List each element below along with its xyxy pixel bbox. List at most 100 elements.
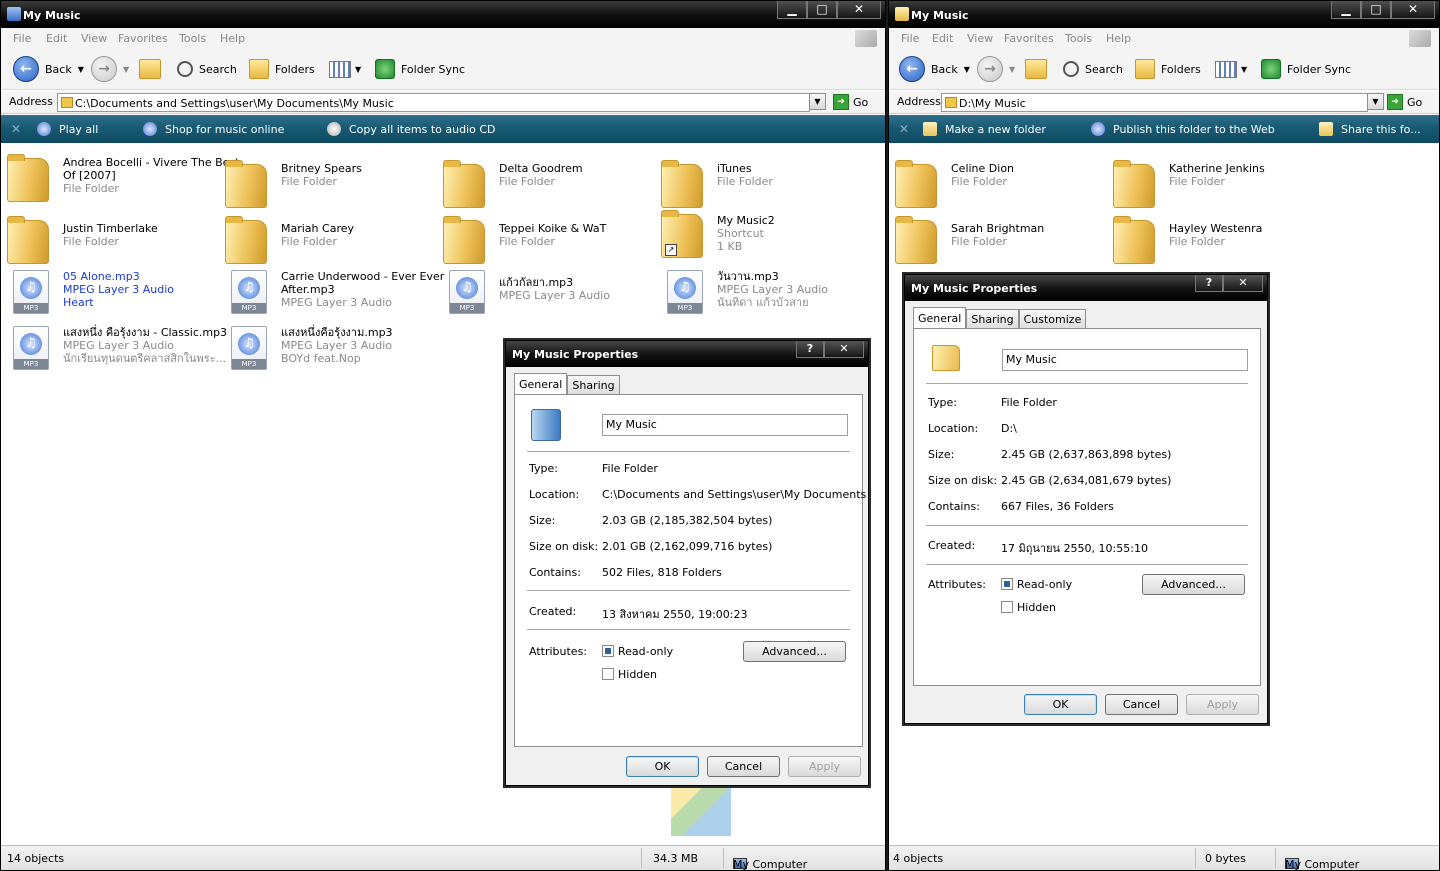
- task-publish-web[interactable]: Publish this folder to the Web: [1091, 115, 1275, 143]
- close-taskbar-icon[interactable]: ✕: [11, 122, 21, 136]
- folder-item[interactable]: Delta Goodrem File Folder: [443, 160, 655, 210]
- task-share-folder[interactable]: Share this fo...: [1319, 115, 1421, 143]
- cancel-button[interactable]: Cancel: [1105, 694, 1178, 715]
- menu-favorites[interactable]: Favorites: [118, 32, 168, 45]
- maximize-button[interactable]: □: [807, 1, 837, 19]
- tab-general[interactable]: General: [913, 307, 967, 329]
- advanced-button[interactable]: Advanced...: [1142, 574, 1245, 595]
- forward-button[interactable]: → ▼: [977, 48, 1015, 90]
- folder-icon: [225, 160, 267, 208]
- mp3-item[interactable]: ♫ MP3 05 Alone.mp3 MPEG Layer 3 Audio Heart: [7, 268, 219, 316]
- folder-sync-button[interactable]: Folder Sync: [375, 48, 465, 90]
- task-copy-to-cd[interactable]: Copy all items to audio CD: [327, 115, 496, 143]
- tab-customize[interactable]: Customize: [1018, 309, 1087, 329]
- back-label: Back: [931, 62, 958, 76]
- go-button[interactable]: ➜ Go: [833, 94, 868, 110]
- dialog-close-button[interactable]: ✕: [1223, 275, 1263, 292]
- search-icon: [1063, 61, 1079, 77]
- forward-arrow-icon: →: [977, 56, 1003, 82]
- cancel-button[interactable]: Cancel: [707, 756, 780, 777]
- folders-button[interactable]: Folders: [249, 48, 315, 90]
- apply-button[interactable]: Apply: [788, 756, 861, 777]
- folder-name-input[interactable]: My Music: [602, 414, 848, 436]
- mp3-item[interactable]: ♫ MP3 แสงหนึ่งคือรุ้งงาม.mp3 MPEG Layer 3 …: [225, 324, 437, 372]
- menu-view[interactable]: View: [81, 32, 107, 45]
- tab-sharing[interactable]: Sharing: [567, 375, 620, 395]
- close-taskbar-icon[interactable]: ✕: [899, 122, 909, 136]
- apply-button[interactable]: Apply: [1186, 694, 1259, 715]
- views-button[interactable]: ▼: [1215, 48, 1247, 90]
- hidden-checkbox[interactable]: Hidden: [1001, 601, 1056, 614]
- advanced-button[interactable]: Advanced...: [743, 641, 846, 662]
- menu-view[interactable]: View: [967, 32, 993, 45]
- back-button[interactable]: ← Back ▼: [13, 48, 84, 90]
- folder-item[interactable]: Teppei Koike & WaT File Folder: [443, 216, 655, 266]
- tab-sharing[interactable]: Sharing: [966, 309, 1019, 329]
- folder-item[interactable]: Celine Dion File Folder: [895, 160, 1107, 210]
- go-button[interactable]: ➜ Go: [1387, 94, 1422, 110]
- dialog-title-bar[interactable]: My Music Properties ? ✕: [905, 275, 1267, 301]
- folder-item[interactable]: Justin Timberlake File Folder: [7, 216, 219, 266]
- help-button[interactable]: ?: [1195, 275, 1223, 292]
- back-button[interactable]: ← Back ▼: [899, 48, 970, 90]
- maximize-button[interactable]: □: [1361, 1, 1391, 19]
- address-input[interactable]: C:\Documents and Settings\user\My Docume…: [57, 93, 810, 112]
- minimize-button[interactable]: ▁: [1331, 1, 1361, 19]
- folder-icon: [7, 216, 49, 264]
- title-bar[interactable]: My Music ▁ □ ✕: [889, 1, 1439, 28]
- search-button[interactable]: Search: [1063, 48, 1123, 90]
- mp3-item[interactable]: ♫ MP3 Carrie Underwood - Ever Ever After.m…: [225, 268, 444, 316]
- up-button[interactable]: [139, 48, 161, 90]
- menu-file[interactable]: File: [901, 32, 919, 45]
- menu-favorites[interactable]: Favorites: [1004, 32, 1054, 45]
- hidden-checkbox[interactable]: Hidden: [602, 668, 657, 681]
- task-play-all[interactable]: Play all: [37, 115, 98, 143]
- title-bar[interactable]: My Music ▁ □ ✕: [1, 1, 885, 28]
- task-shop-music[interactable]: Shop for music online: [143, 115, 284, 143]
- minimize-button[interactable]: ▁: [777, 1, 807, 19]
- up-button[interactable]: [1025, 48, 1047, 90]
- search-button[interactable]: Search: [177, 48, 237, 90]
- close-button[interactable]: ✕: [837, 1, 881, 19]
- mp3-item[interactable]: ♫ MP3 แสงหนึ่ง คือรุ้งงาม - Classic.mp3 MP…: [7, 324, 227, 372]
- menu-edit[interactable]: Edit: [932, 32, 953, 45]
- folder-item[interactable]: Sarah Brightman File Folder: [895, 216, 1107, 266]
- readonly-checkbox[interactable]: Read-only: [1001, 578, 1072, 591]
- folder-sync-button[interactable]: Folder Sync: [1261, 48, 1351, 90]
- menu-file[interactable]: File: [13, 32, 31, 45]
- views-button[interactable]: ▼: [329, 48, 361, 90]
- menu-help[interactable]: Help: [220, 32, 245, 45]
- ok-button[interactable]: OK: [1024, 694, 1097, 715]
- folder-item[interactable]: Hayley Westenra File Folder: [1113, 216, 1325, 266]
- dialog-title-bar[interactable]: My Music Properties ? ✕: [506, 341, 868, 367]
- folder-name-input[interactable]: My Music: [1002, 349, 1248, 371]
- menu-tools[interactable]: Tools: [1065, 32, 1092, 45]
- menu-tools[interactable]: Tools: [179, 32, 206, 45]
- folder-item[interactable]: Britney Spears File Folder: [225, 160, 437, 210]
- tab-general[interactable]: General: [514, 373, 568, 395]
- menu-edit[interactable]: Edit: [46, 32, 67, 45]
- address-dropdown-button[interactable]: ▼: [809, 93, 826, 110]
- ok-button[interactable]: OK: [626, 756, 699, 777]
- menu-help[interactable]: Help: [1106, 32, 1131, 45]
- shortcut-item[interactable]: ↗ My Music2 Shortcut 1 KB: [661, 210, 873, 260]
- folders-button[interactable]: Folders: [1135, 48, 1201, 90]
- created-label: Created:: [529, 605, 577, 618]
- address-dropdown-button[interactable]: ▼: [1367, 93, 1384, 110]
- readonly-checkbox[interactable]: Read-only: [602, 645, 673, 658]
- folder-item[interactable]: Mariah Carey File Folder: [225, 216, 437, 266]
- task-label: Make a new folder: [945, 122, 1046, 136]
- address-input[interactable]: D:\My Music: [941, 93, 1368, 112]
- forward-button[interactable]: → ▼: [91, 48, 129, 90]
- mp3-item[interactable]: ♫ MP3 วันวาน.mp3 MPEG Layer 3 Audio นันทิดา…: [661, 268, 873, 316]
- chevron-down-icon: ▼: [1009, 64, 1016, 74]
- task-new-folder[interactable]: Make a new folder: [923, 115, 1046, 143]
- dialog-close-button[interactable]: ✕: [824, 341, 864, 358]
- folder-item[interactable]: Andrea Bocelli - Vivere The Best Of [2007…: [7, 154, 239, 204]
- mp3-item[interactable]: ♫ MP3 แก้วกัลยา.mp3 MPEG Layer 3 Audio: [443, 268, 655, 316]
- folder-item[interactable]: Katherine Jenkins File Folder: [1113, 160, 1325, 210]
- item-artist: นันทิดา แก้วบัวสาย: [717, 296, 809, 309]
- close-button[interactable]: ✕: [1391, 1, 1435, 19]
- folder-item[interactable]: iTunes File Folder: [661, 160, 873, 210]
- help-button[interactable]: ?: [796, 341, 824, 358]
